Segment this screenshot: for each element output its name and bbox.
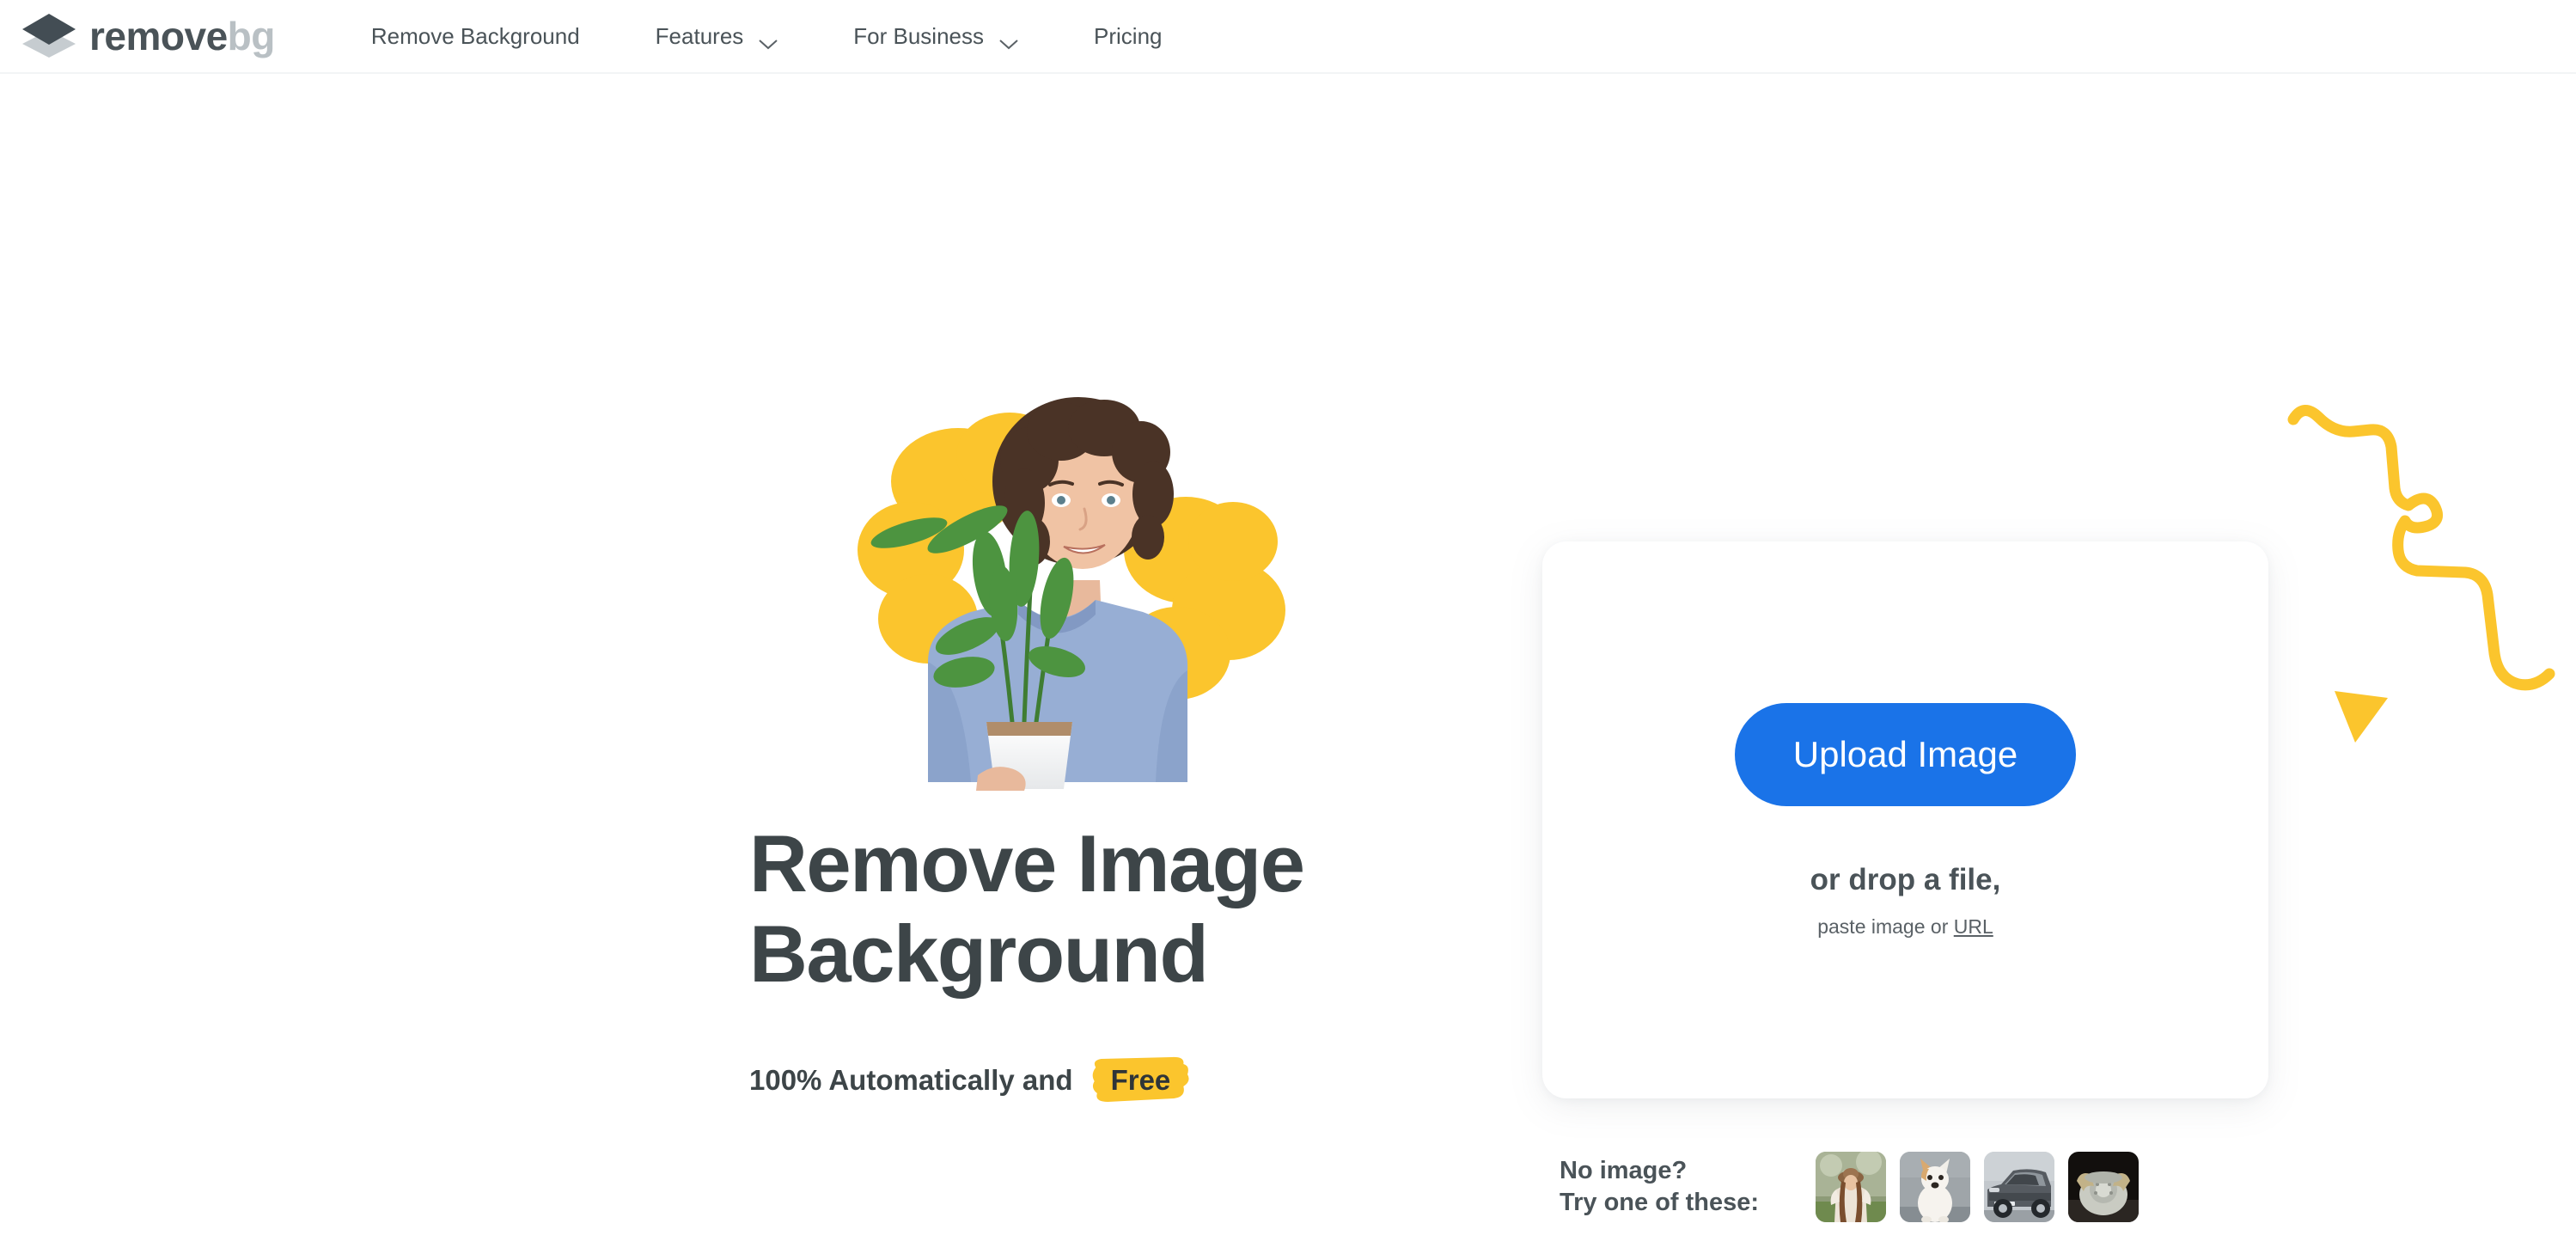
- logo-text-secondary: bg: [227, 14, 276, 58]
- chevron-down-icon: [759, 31, 778, 50]
- nav-item-label: Remove Background: [370, 23, 580, 49]
- sample-thumb-woman[interactable]: [1816, 1152, 1887, 1222]
- logo-text: remove bg: [89, 16, 275, 56]
- hero-subtitle: 100% Automatically and Free: [749, 1055, 1191, 1104]
- paste-hint-prefix: paste image or: [1817, 915, 1954, 938]
- free-highlight-label: Free: [1110, 1063, 1171, 1096]
- sample-label-line-1: No image?: [1560, 1156, 1688, 1184]
- sample-images-label: No image? Try one of these:: [1560, 1155, 1759, 1219]
- free-highlight: Free: [1090, 1055, 1192, 1104]
- hero-photo: [799, 378, 1315, 808]
- logo-text-primary: remove: [89, 14, 228, 58]
- yellow-squiggle-decoration: [2281, 395, 2576, 774]
- nav-item-label: For Business: [853, 23, 985, 49]
- nav-item-label: Pricing: [1094, 23, 1163, 49]
- headline-line-1: Remove Image: [749, 818, 1305, 908]
- nav-item-remove-background[interactable]: Remove Background: [333, 25, 618, 47]
- site-header: remove bg Remove Background Features For …: [0, 0, 2576, 74]
- sample-thumb-car[interactable]: [1984, 1152, 2055, 1222]
- headline-line-2: Background: [749, 908, 1209, 1000]
- url-link[interactable]: URL: [1954, 915, 1993, 938]
- stacked-diamond-logo-icon: [21, 11, 77, 61]
- hero-subtitle-prefix: 100% Automatically and: [749, 1063, 1073, 1096]
- main-navigation: Remove Background Features For Business …: [333, 23, 1200, 50]
- chevron-down-icon: [999, 31, 1018, 50]
- nav-item-features[interactable]: Features: [618, 23, 816, 50]
- upload-dropzone[interactable]: Upload Image or drop a file, paste image…: [1542, 541, 2268, 1098]
- nav-item-pricing[interactable]: Pricing: [1056, 25, 1199, 47]
- nav-item-label: Features: [655, 23, 744, 49]
- nav-item-for-business[interactable]: For Business: [815, 23, 1056, 50]
- page-title: Remove Image Background: [749, 818, 1608, 1000]
- sample-thumb-telephone[interactable]: [2068, 1152, 2140, 1222]
- paste-hint: paste image or URL: [1817, 917, 1993, 937]
- upload-image-button[interactable]: Upload Image: [1734, 703, 2077, 806]
- sample-thumbnail-list: [1816, 1152, 2140, 1222]
- logo[interactable]: remove bg: [21, 11, 275, 61]
- sample-label-line-2: Try one of these:: [1560, 1189, 1760, 1216]
- sample-thumb-dog[interactable]: [1900, 1152, 1971, 1222]
- drop-file-text: or drop a file,: [1810, 863, 2001, 896]
- sample-images-section: No image? Try one of these:: [1560, 1152, 2140, 1222]
